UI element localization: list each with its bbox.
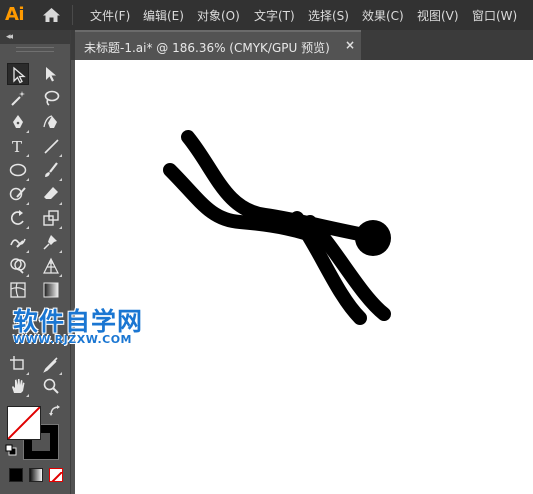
default-fill-stroke-icon[interactable] (5, 444, 17, 456)
pen-icon (13, 115, 23, 128)
curvature-pen-icon (43, 115, 57, 128)
svg-text:T: T (12, 138, 22, 155)
eyedropper-icon (43, 357, 58, 373)
head-circle (355, 220, 391, 256)
pen-tool[interactable] (7, 111, 29, 133)
eraser-tool[interactable] (40, 183, 62, 205)
scale-tool[interactable] (40, 207, 62, 229)
document-tab[interactable]: 未标题-1.ai* @ 186.36% (CMYK/GPU 预览) × (75, 30, 361, 60)
scale-icon (43, 210, 59, 226)
lasso-tool[interactable] (40, 87, 62, 109)
artboard-tool[interactable] (7, 353, 29, 375)
menu-separator (72, 5, 73, 25)
ellipse-icon (9, 163, 27, 177)
perspective-grid-icon (43, 257, 59, 274)
direct-selection-tool[interactable] (40, 63, 62, 85)
menu-view[interactable]: 视图(V) (417, 7, 459, 24)
artboard-canvas[interactable] (75, 60, 533, 494)
zoom-tool[interactable] (40, 375, 62, 397)
type-icon: T (12, 138, 22, 155)
menu-file[interactable]: 文件(F) (90, 7, 130, 24)
close-icon[interactable]: × (345, 38, 355, 52)
rotate-icon (10, 210, 24, 225)
hand-tool[interactable] (7, 375, 29, 397)
selection-arrow-icon (13, 66, 26, 84)
eyedropper-tool[interactable] (40, 353, 62, 375)
collapse-icon[interactable]: ◂◂ (6, 32, 13, 42)
shaper-tool[interactable] (7, 183, 29, 205)
magic-wand-tool[interactable] (7, 87, 29, 109)
type-tool[interactable]: T (7, 135, 29, 157)
artboard-icon (10, 356, 24, 370)
selection-tool[interactable] (7, 63, 29, 85)
magnifier-icon (43, 378, 59, 394)
rotate-tool[interactable] (7, 207, 29, 229)
document-tab-label: 未标题-1.ai* @ 186.36% (CMYK/GPU 预览) (84, 41, 330, 55)
line-segment-tool[interactable] (40, 135, 62, 157)
fill-swatch[interactable] (7, 406, 41, 440)
warp-tool[interactable] (7, 231, 29, 253)
paintbrush-icon (45, 162, 58, 177)
document-tab-bar: 未标题-1.ai* @ 186.36% (CMYK/GPU 预览) × (71, 30, 533, 60)
gradient-mode-button[interactable] (29, 468, 43, 482)
app-logo: Ai (5, 4, 25, 25)
artwork[interactable] (75, 60, 533, 494)
lasso-icon (44, 90, 60, 106)
menu-edit[interactable]: 编辑(E) (143, 7, 184, 24)
menu-object[interactable]: 对象(O) (197, 7, 240, 24)
gradient-tool[interactable] (40, 279, 62, 301)
magic-wand-icon (11, 91, 25, 106)
shape-builder-icon (10, 258, 26, 274)
panel-grip[interactable] (16, 47, 54, 52)
line-segment-icon (44, 139, 59, 154)
none-slash-icon (51, 471, 62, 481)
paintbrush-tool[interactable] (40, 159, 62, 181)
menu-window[interactable]: 窗口(W) (472, 7, 517, 24)
perspective-grid-tool[interactable] (40, 255, 62, 277)
hand-icon (12, 379, 25, 393)
none-mode-button[interactable] (49, 468, 63, 482)
tools-panel-header: ◂◂ (0, 30, 70, 44)
menu-effect[interactable]: 效果(C) (362, 7, 404, 24)
no-fill-slash-icon (8, 407, 40, 439)
curvature-tool[interactable] (40, 111, 62, 133)
pushpin-icon (43, 235, 57, 250)
menu-select[interactable]: 选择(S) (308, 7, 349, 24)
ellipse-tool[interactable] (7, 159, 29, 181)
warp-icon (10, 238, 26, 248)
color-mode-button[interactable] (9, 468, 23, 482)
mesh-icon (10, 282, 26, 298)
tools-panel: ◂◂ T (0, 30, 71, 494)
eraser-icon (44, 187, 58, 199)
menu-type[interactable]: 文字(T) (254, 7, 295, 24)
gradient-icon (43, 282, 59, 298)
shape-builder-tool[interactable] (7, 255, 29, 277)
shaper-icon (9, 187, 26, 201)
menu-bar: Ai 文件(F) 编辑(E) 对象(O) 文字(T) 选择(S) 效果(C) 视… (0, 0, 533, 30)
watermark-url: WWW.RJZXW.COM (13, 333, 132, 346)
swap-fill-stroke-icon[interactable] (48, 404, 62, 418)
home-icon[interactable] (42, 7, 61, 23)
mesh-tool[interactable] (7, 279, 29, 301)
direct-selection-arrow-icon (46, 67, 56, 82)
puppet-warp-tool[interactable] (40, 231, 62, 253)
